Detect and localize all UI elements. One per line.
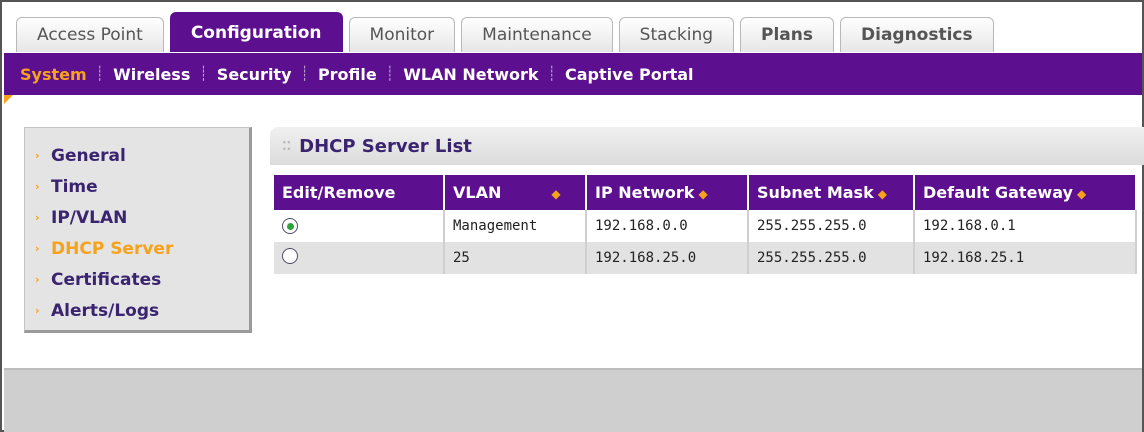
subnav-separator: ┊ bbox=[95, 66, 105, 82]
column-subnet-mask[interactable]: Subnet Mask ◆ bbox=[748, 175, 915, 210]
sort-icon[interactable]: ◆ bbox=[878, 187, 887, 201]
chevron-right-icon: › bbox=[35, 273, 40, 286]
panel-title: DHCP Server List bbox=[299, 135, 472, 157]
column-label: Subnet Mask bbox=[757, 183, 874, 202]
side-item-ip-vlan[interactable]: › IP/VLAN bbox=[25, 202, 249, 233]
column-vlan[interactable]: VLAN ◆ bbox=[444, 175, 587, 210]
ip-network-cell: 192.168.0.0 bbox=[586, 210, 749, 242]
chevron-right-icon: › bbox=[35, 180, 40, 193]
chevron-right-icon: › bbox=[35, 211, 40, 224]
panel-header: ⁚⁚ DHCP Server List bbox=[270, 127, 1144, 165]
tab-access-point[interactable]: Access Point bbox=[16, 17, 164, 52]
tab-plans[interactable]: Plans bbox=[740, 17, 834, 52]
row-select-radio[interactable] bbox=[282, 218, 298, 235]
top-tab-bar: Access Point Configuration Monitor Maint… bbox=[16, 10, 994, 52]
column-label: Edit/Remove bbox=[282, 183, 396, 202]
side-menu: › General › Time › IP/VLAN › DHCP Server › Ce… bbox=[24, 127, 252, 333]
subnav-captive-portal[interactable]: Captive Portal bbox=[565, 65, 694, 84]
sub-navigation: System ┊ Wireless ┊ Security ┊ Profile ┊… bbox=[4, 53, 1142, 95]
column-label: Default Gateway bbox=[923, 183, 1073, 202]
side-item-label: Certificates bbox=[51, 269, 162, 290]
subnet-mask-cell: 255.255.255.0 bbox=[748, 210, 915, 242]
grip-icon: ⁚⁚ bbox=[282, 139, 292, 153]
table-row: Management 192.168.0.0 255.255.255.0 192… bbox=[274, 210, 1137, 242]
subnav-wireless[interactable]: Wireless bbox=[113, 65, 190, 84]
vlan-cell: Management bbox=[444, 210, 587, 242]
vlan-cell: 25 bbox=[444, 242, 587, 274]
radio-selected-dot bbox=[286, 222, 294, 230]
side-item-alerts-logs[interactable]: › Alerts/Logs bbox=[25, 295, 249, 326]
sort-icon[interactable]: ◆ bbox=[1077, 187, 1086, 201]
tab-monitor[interactable]: Monitor bbox=[348, 17, 456, 52]
tab-diagnostics[interactable]: Diagnostics bbox=[840, 17, 994, 52]
subnav-separator: ┊ bbox=[385, 66, 395, 82]
row-select-radio[interactable] bbox=[282, 248, 298, 264]
sort-icon[interactable]: ◆ bbox=[551, 187, 560, 201]
side-item-time[interactable]: › Time bbox=[25, 171, 249, 202]
tab-maintenance[interactable]: Maintenance bbox=[461, 17, 613, 52]
side-item-general[interactable]: › General bbox=[25, 140, 249, 171]
column-ip-network[interactable]: IP Network ◆ bbox=[586, 175, 749, 210]
app-window: Access Point Configuration Monitor Maint… bbox=[0, 0, 1144, 432]
dhcp-server-panel: ⁚⁚ DHCP Server List Edit/Remove VLAN ◆ IP… bbox=[270, 127, 1144, 287]
side-item-label: Alerts/Logs bbox=[51, 300, 160, 321]
chevron-right-icon: › bbox=[35, 242, 40, 255]
subnav-security[interactable]: Security bbox=[217, 65, 292, 84]
subnav-separator: ┊ bbox=[547, 66, 557, 82]
subnav-separator: ┊ bbox=[300, 66, 309, 82]
edit-remove-cell bbox=[274, 210, 445, 242]
side-item-label: IP/VLAN bbox=[51, 207, 128, 228]
ip-network-cell: 192.168.25.0 bbox=[586, 242, 749, 274]
subnet-mask-cell: 255.255.255.0 bbox=[748, 242, 915, 274]
footer-bar bbox=[4, 368, 1142, 432]
column-label: VLAN bbox=[453, 183, 502, 202]
chevron-right-icon: › bbox=[35, 149, 40, 162]
sort-icon[interactable]: ◆ bbox=[698, 187, 707, 201]
side-item-label: General bbox=[51, 145, 126, 166]
table-header-row: Edit/Remove VLAN ◆ IP Network ◆ Subnet Mas… bbox=[274, 175, 1137, 210]
column-edit-remove: Edit/Remove bbox=[274, 175, 445, 210]
side-item-label: DHCP Server bbox=[51, 238, 174, 259]
dhcp-server-table: Edit/Remove VLAN ◆ IP Network ◆ Subnet Mas… bbox=[274, 175, 1137, 274]
subnav-separator: ┊ bbox=[199, 66, 208, 82]
tab-stacking[interactable]: Stacking bbox=[618, 17, 735, 52]
tab-configuration[interactable]: Configuration bbox=[169, 12, 343, 52]
subnav-system[interactable]: System bbox=[20, 65, 87, 84]
side-item-dhcp-server[interactable]: › DHCP Server bbox=[25, 233, 249, 264]
subnav-profile[interactable]: Profile bbox=[318, 65, 377, 84]
chevron-right-icon: › bbox=[35, 304, 40, 317]
subnav-wlan-network[interactable]: WLAN Network bbox=[403, 65, 538, 84]
subnav-marker-icon bbox=[4, 95, 13, 104]
default-gateway-cell: 192.168.25.1 bbox=[914, 242, 1137, 274]
side-item-label: Time bbox=[51, 176, 98, 197]
table-row: 25 192.168.25.0 255.255.255.0 192.168.25… bbox=[274, 242, 1137, 274]
side-item-certificates[interactable]: › Certificates bbox=[25, 264, 249, 295]
edit-remove-cell bbox=[274, 242, 445, 274]
column-default-gateway[interactable]: Default Gateway ◆ bbox=[914, 175, 1137, 210]
default-gateway-cell: 192.168.0.1 bbox=[914, 210, 1137, 242]
column-label: IP Network bbox=[595, 183, 695, 202]
